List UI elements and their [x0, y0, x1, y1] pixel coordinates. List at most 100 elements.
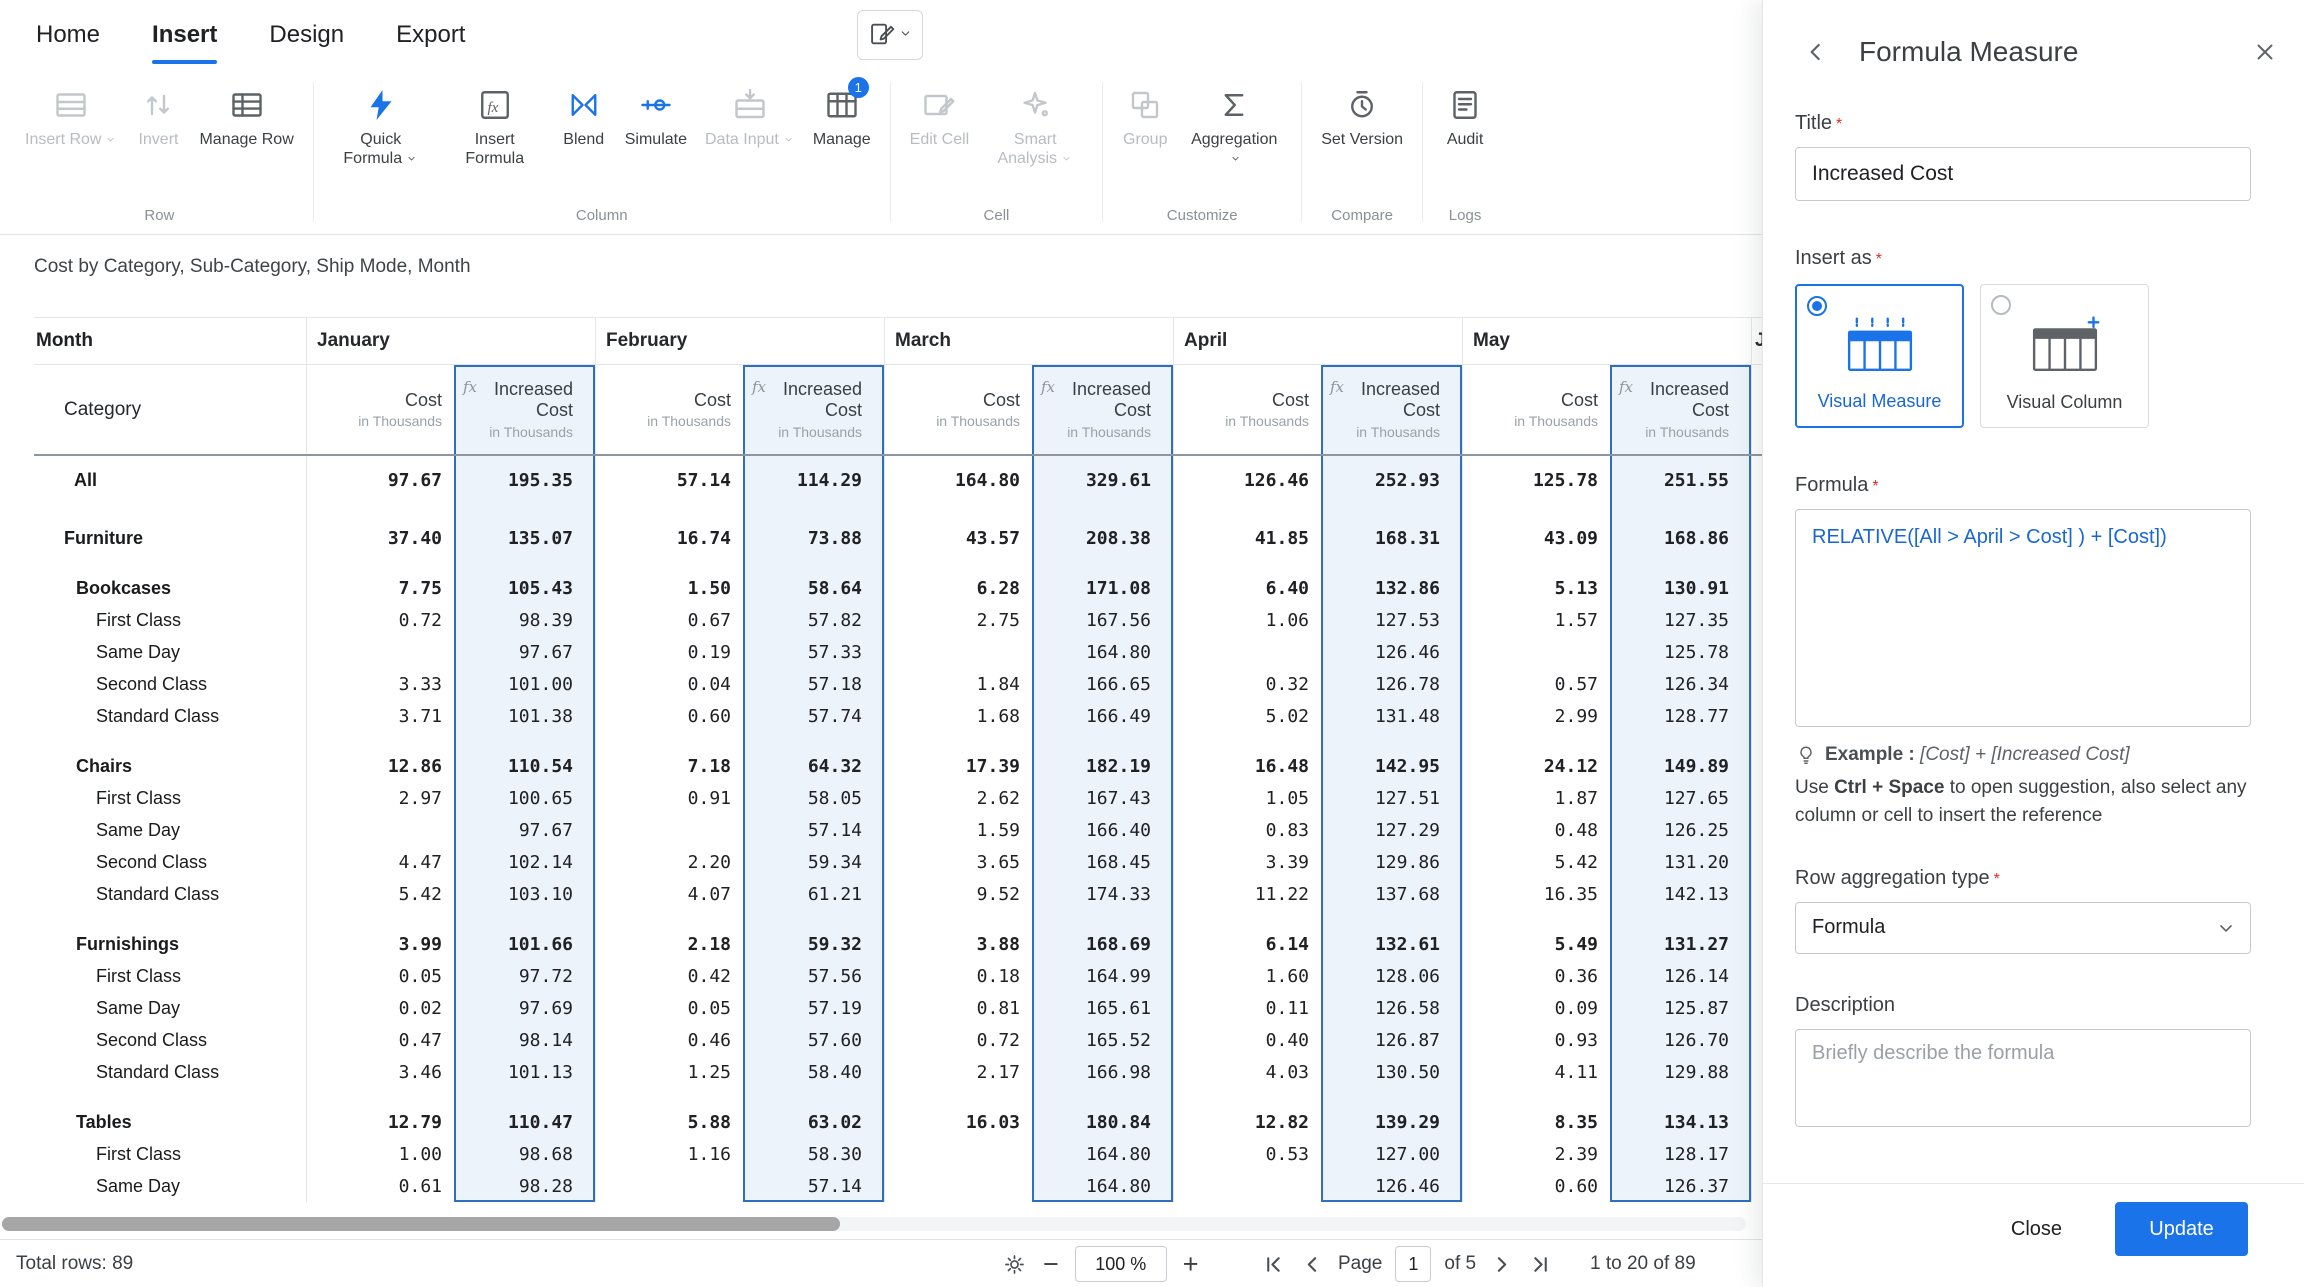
cost-cell[interactable]: 16.48 — [1173, 756, 1321, 777]
group-button[interactable]: Group — [1113, 76, 1177, 150]
cost-cell[interactable]: 0.09 — [1462, 998, 1610, 1019]
increased-cost-cell[interactable]: 61.21 — [743, 884, 884, 905]
edit-visual-button[interactable] — [857, 10, 923, 60]
cost-cell[interactable]: 11.22 — [1173, 884, 1321, 905]
increased-cost-cell[interactable]: 58.05 — [743, 788, 884, 809]
row-label[interactable]: First Class — [34, 1144, 306, 1165]
cost-cell[interactable]: 3.99 — [306, 934, 454, 955]
row-aggregation-select[interactable]: Formula — [1795, 901, 2251, 954]
cost-cell[interactable]: 6.14 — [1173, 934, 1321, 955]
cost-cell[interactable]: 0.53 — [1173, 1144, 1321, 1165]
increased-cost-cell[interactable]: 128.17 — [1610, 1144, 1751, 1165]
increased-cost-cell[interactable]: 137.68 — [1321, 884, 1462, 905]
cost-cell[interactable]: 37.40 — [306, 528, 454, 549]
set-version-button[interactable]: Set Version — [1312, 76, 1412, 150]
increased-cost-cell[interactable]: 329.61 — [1032, 470, 1173, 491]
increased-cost-cell[interactable]: 110.54 — [454, 756, 595, 777]
cost-cell[interactable]: 17.39 — [884, 756, 1032, 777]
manage-button[interactable]: 1 Manage — [804, 76, 880, 150]
cost-cell[interactable]: 24.12 — [1462, 756, 1610, 777]
cost-cell[interactable]: 6.40 — [1173, 578, 1321, 599]
cost-cell[interactable]: 12.86 — [306, 756, 454, 777]
increased-cost-cell[interactable]: 98.14 — [454, 1030, 595, 1051]
cost-cell[interactable]: 0.47 — [306, 1030, 454, 1051]
increased-cost-cell[interactable]: 101.00 — [454, 674, 595, 695]
cost-cell[interactable]: 9.52 — [884, 884, 1032, 905]
cost-cell[interactable]: 1.25 — [595, 1062, 743, 1083]
cost-cell[interactable]: 1.84 — [884, 674, 1032, 695]
cost-cell[interactable]: 0.18 — [884, 966, 1032, 987]
increased-cost-cell[interactable]: 126.78 — [1321, 674, 1462, 695]
close-button[interactable]: Close — [1968, 1202, 2105, 1256]
increased-cost-cell[interactable]: 110.47 — [454, 1112, 595, 1133]
row-label[interactable]: First Class — [34, 788, 306, 809]
increased-cost-cell[interactable]: 126.37 — [1610, 1176, 1751, 1197]
page-number-input[interactable] — [1395, 1246, 1432, 1282]
cost-cell[interactable]: 0.05 — [595, 998, 743, 1019]
increased-cost-cell[interactable]: 64.32 — [743, 756, 884, 777]
increased-cost-cell[interactable]: 165.61 — [1032, 998, 1173, 1019]
cost-cell[interactable]: 0.57 — [1462, 674, 1610, 695]
prev-page-icon[interactable] — [1300, 1252, 1325, 1277]
increased-cost-cell[interactable]: 97.67 — [454, 820, 595, 841]
cost-cell[interactable]: 1.60 — [1173, 966, 1321, 987]
increased-cost-cell[interactable]: 126.25 — [1610, 820, 1751, 841]
increased-cost-cell[interactable]: 126.58 — [1321, 998, 1462, 1019]
increased-cost-cell[interactable]: 130.50 — [1321, 1062, 1462, 1083]
zoom-in-button[interactable]: + — [1183, 1250, 1199, 1278]
increased-cost-cell[interactable]: 132.61 — [1321, 934, 1462, 955]
increased-cost-cell[interactable]: 105.43 — [454, 578, 595, 599]
settings-gear-icon[interactable] — [1002, 1252, 1027, 1277]
increased-cost-cell[interactable]: 102.14 — [454, 852, 595, 873]
row-label[interactable]: Same Day — [34, 820, 306, 841]
cost-cell[interactable]: 16.03 — [884, 1112, 1032, 1133]
cost-cell[interactable]: 2.18 — [595, 934, 743, 955]
increased-cost-cell[interactable]: 126.34 — [1610, 674, 1751, 695]
increased-cost-cell[interactable]: 128.77 — [1610, 706, 1751, 727]
cost-cell[interactable]: 1.50 — [595, 578, 743, 599]
title-input[interactable] — [1795, 147, 2251, 201]
cost-cell[interactable]: 3.33 — [306, 674, 454, 695]
row-label[interactable]: First Class — [34, 610, 306, 631]
cost-cell[interactable]: 5.02 — [1173, 706, 1321, 727]
increased-cost-cell[interactable]: 130.91 — [1610, 578, 1751, 599]
cost-cell[interactable]: 5.49 — [1462, 934, 1610, 955]
scrollbar-thumb[interactable] — [2, 1217, 840, 1231]
cost-cell[interactable]: 7.18 — [595, 756, 743, 777]
cost-cell[interactable]: 5.42 — [1462, 852, 1610, 873]
cost-column-header[interactable]: Cost in Thousands — [1462, 365, 1610, 454]
cost-cell[interactable]: 1.59 — [884, 820, 1032, 841]
cost-cell[interactable]: 1.16 — [595, 1144, 743, 1165]
cost-cell[interactable]: 5.42 — [306, 884, 454, 905]
next-page-icon[interactable] — [1489, 1252, 1514, 1277]
increased-cost-cell[interactable]: 195.35 — [454, 470, 595, 491]
increased-cost-cell[interactable]: 131.20 — [1610, 852, 1751, 873]
cost-cell[interactable]: 0.42 — [595, 966, 743, 987]
increased-cost-cell[interactable]: 168.45 — [1032, 852, 1173, 873]
cost-cell[interactable]: 3.88 — [884, 934, 1032, 955]
increased-cost-cell[interactable]: 132.86 — [1321, 578, 1462, 599]
row-label[interactable]: Tables — [34, 1112, 306, 1133]
cost-cell[interactable]: 0.48 — [1462, 820, 1610, 841]
increased-cost-cell[interactable]: 57.60 — [743, 1030, 884, 1051]
smart-analysis-button[interactable]: Smart Analysis — [978, 76, 1092, 169]
increased-cost-cell[interactable]: 63.02 — [743, 1112, 884, 1133]
increased-cost-cell[interactable]: 126.46 — [1321, 642, 1462, 663]
row-label[interactable]: Furniture — [34, 528, 306, 549]
aggregation-button[interactable]: Aggregation — [1177, 76, 1291, 169]
cost-cell[interactable]: 8.35 — [1462, 1112, 1610, 1133]
increased-cost-cell[interactable]: 165.52 — [1032, 1030, 1173, 1051]
cost-cell[interactable]: 1.05 — [1173, 788, 1321, 809]
invert-button[interactable]: Invert — [126, 76, 190, 150]
increased-cost-cell[interactable]: 164.80 — [1032, 1144, 1173, 1165]
close-icon[interactable] — [2252, 39, 2278, 65]
row-label[interactable]: Chairs — [34, 756, 306, 777]
increased-cost-cell[interactable]: 166.49 — [1032, 706, 1173, 727]
increased-cost-cell[interactable]: 126.14 — [1610, 966, 1751, 987]
blend-button[interactable]: Blend — [552, 76, 616, 150]
increased-cost-cell[interactable]: 251.55 — [1610, 470, 1751, 491]
increased-cost-cell[interactable]: 126.46 — [1321, 1176, 1462, 1197]
row-label[interactable]: Second Class — [34, 1030, 306, 1051]
cost-cell[interactable]: 0.32 — [1173, 674, 1321, 695]
increased-cost-cell[interactable]: 57.33 — [743, 642, 884, 663]
